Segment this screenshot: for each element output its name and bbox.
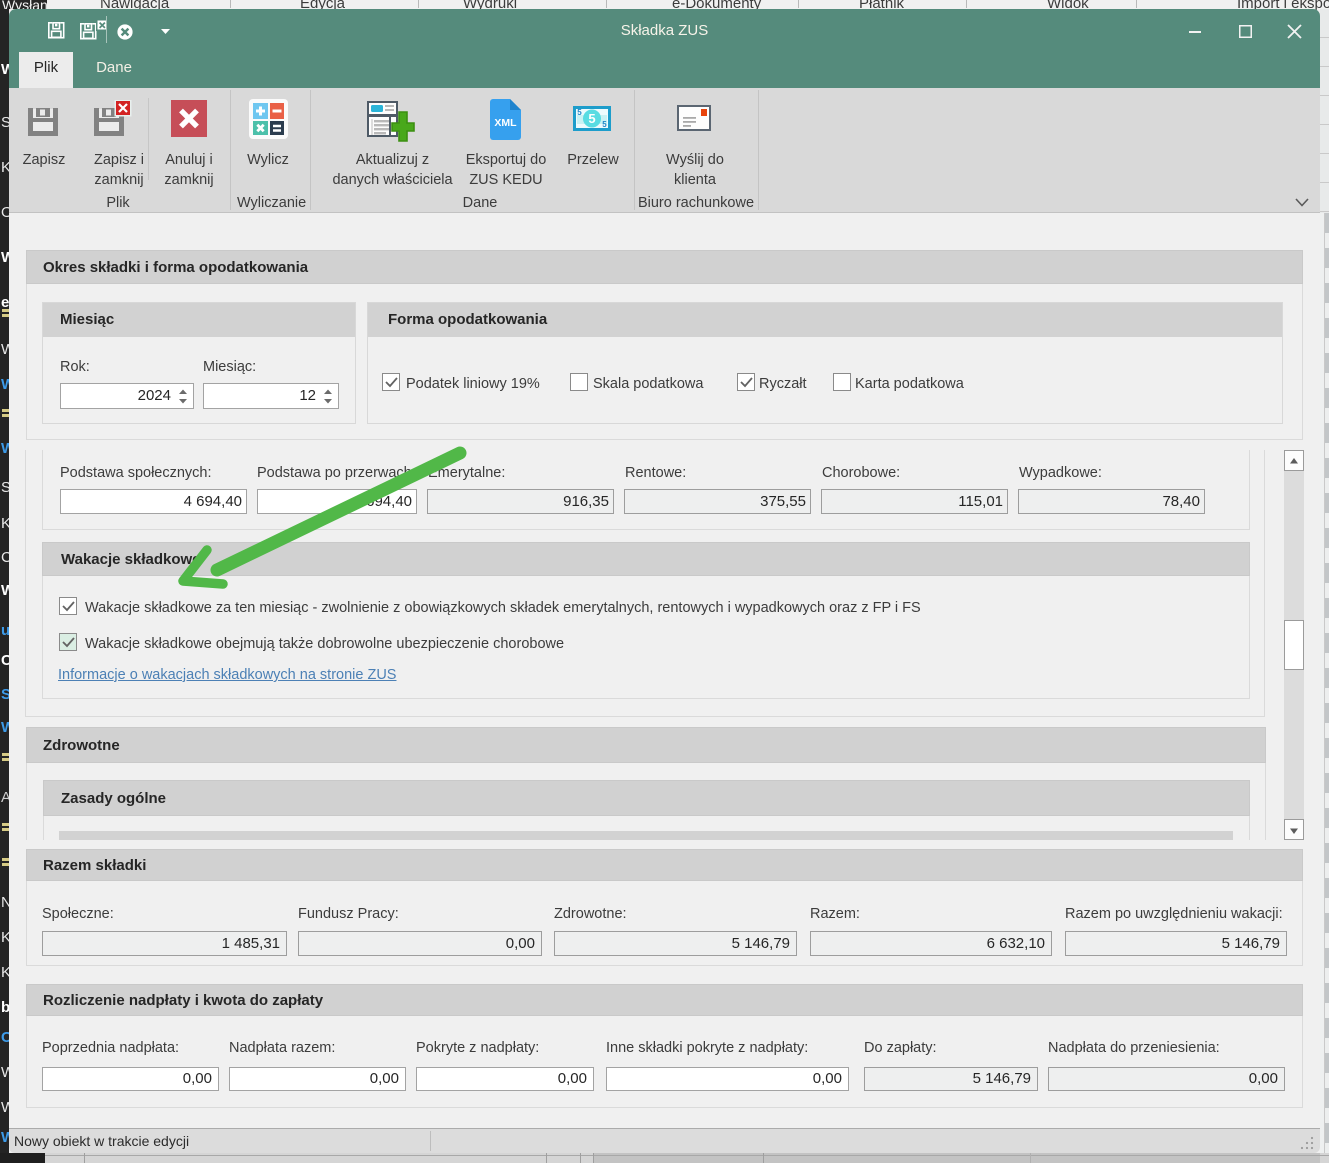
svg-text:5: 5 bbox=[577, 108, 582, 117]
svg-text:XML: XML bbox=[494, 117, 517, 129]
svg-text:5: 5 bbox=[588, 111, 595, 126]
svg-text:5: 5 bbox=[602, 120, 607, 129]
